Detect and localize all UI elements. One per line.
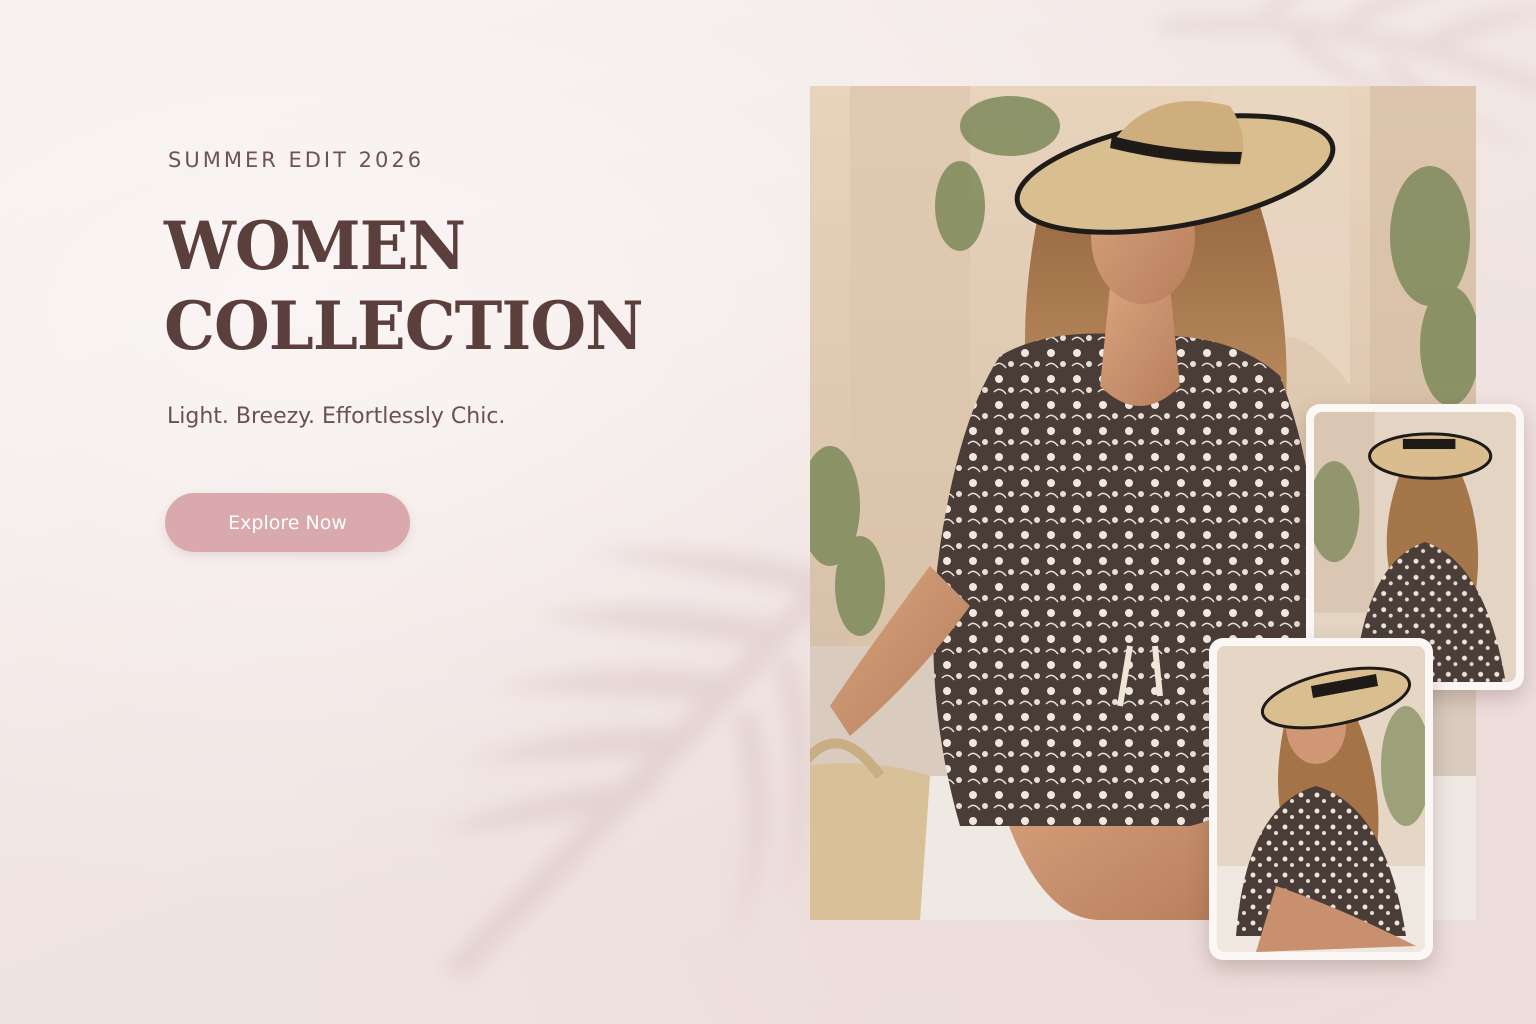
collection-eyebrow: SUMMER EDIT 2026	[168, 148, 425, 172]
title-line-1: WOMEN	[164, 207, 466, 285]
thumbnail-side-view[interactable]	[1209, 638, 1433, 960]
tagline: Light. Breezy. Effortlessly Chic.	[167, 404, 506, 429]
page-title: WOMEN COLLECTION	[164, 206, 644, 366]
thumbnail-2-illustration	[1217, 646, 1425, 952]
title-line-2: COLLECTION	[164, 287, 644, 365]
explore-now-button[interactable]: Explore Now	[165, 493, 410, 552]
